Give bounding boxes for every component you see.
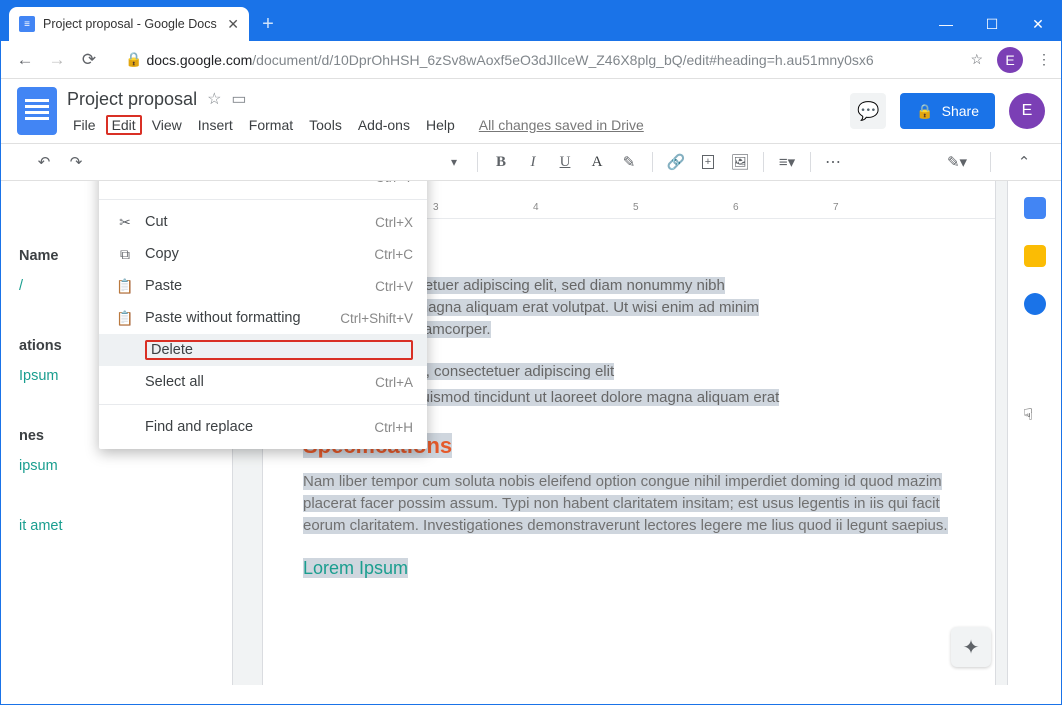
docs-home-icon[interactable] (17, 87, 57, 135)
share-button[interactable]: 🔒 Share (900, 93, 995, 129)
lock-icon: 🔒 (916, 103, 933, 120)
align-button[interactable]: ≡▾ (774, 149, 800, 175)
menu-add-ons[interactable]: Add-ons (352, 115, 416, 135)
menu-item-redo[interactable]: ↷ RedoCtrl+Y (99, 181, 427, 193)
new-tab-button[interactable]: + (253, 9, 283, 39)
docs-toolbar: ↶ ↷ ▾ B I U A ✎ 🔗 + 🖼 ≡▾ ⋯ ✎▾ ⌃ (1, 143, 1061, 181)
menu-item-paste[interactable]: 📋 PasteCtrl+V (99, 270, 427, 302)
star-icon[interactable]: ☆ (207, 89, 221, 109)
menu-view[interactable]: View (146, 115, 188, 135)
menu-item-label: Find and replace (145, 419, 374, 435)
ruler-mark: 4 (533, 202, 539, 213)
menu-item-cut[interactable]: ✂ CutCtrl+X (99, 206, 427, 238)
outline-item[interactable] (1, 481, 232, 511)
menu-item-icon: 📋 (113, 310, 137, 327)
tab-close-icon[interactable]: ✕ (227, 16, 239, 33)
window-minimize-button[interactable]: — (923, 7, 969, 41)
explore-button[interactable]: ✦ (951, 627, 991, 667)
menu-item-label: Select all (145, 374, 375, 390)
menu-item-copy[interactable]: ⧉ CopyCtrl+C (99, 238, 427, 270)
menu-item-label: Redo (145, 181, 375, 185)
insert-comment-button[interactable]: + (695, 149, 721, 175)
side-panel-rail (1007, 181, 1061, 685)
body-text[interactable]: Nam liber tempor cum soluta nobis eleife… (303, 473, 948, 534)
browser-profile-avatar[interactable]: E (997, 47, 1023, 73)
menu-item-paste-without-formatting[interactable]: 📋 Paste without formattingCtrl+Shift+V (99, 302, 427, 334)
menu-item-delete[interactable]: Delete (99, 334, 427, 366)
menu-item-icon: 📋 (113, 278, 137, 295)
menu-item-shortcut: Ctrl+X (375, 215, 413, 230)
document-title[interactable]: Project proposal (67, 89, 197, 110)
menu-item-shortcut: Ctrl+C (374, 247, 413, 262)
menu-item-label: Cut (145, 214, 375, 230)
redo-button[interactable]: ↷ (63, 149, 89, 175)
menu-item-label: Paste without formatting (145, 310, 340, 326)
editor-canvas: Name/ ationsIpsum nesipsum it amet 23456… (1, 181, 1061, 685)
menu-item-icon: ⧉ (113, 246, 137, 263)
menu-file[interactable]: File (67, 115, 102, 135)
undo-button[interactable]: ↶ (31, 149, 57, 175)
text-color-button[interactable]: A (584, 149, 610, 175)
bookmark-star-icon[interactable]: ☆ (970, 51, 983, 68)
browser-tab[interactable]: ≡ Project proposal - Google Docs ✕ (9, 7, 249, 41)
browser-menu-icon[interactable]: ⋮ (1037, 51, 1051, 68)
nav-back-button[interactable]: ← (11, 46, 39, 74)
keep-rail-icon[interactable] (1024, 245, 1046, 267)
menu-item-shortcut: Ctrl+H (374, 420, 413, 435)
window-close-button[interactable]: ✕ (1015, 7, 1061, 41)
open-comments-button[interactable]: 💬 (850, 93, 886, 129)
browser-titlebar: ≡ Project proposal - Google Docs ✕ + — ☐… (1, 1, 1061, 41)
menu-item-icon: ✂ (113, 214, 137, 231)
edit-menu-dropdown: ↶UndoCtrl+Z↷RedoCtrl+Y✂CutCtrl+X⧉CopyCtr… (99, 181, 427, 449)
account-avatar[interactable]: E (1009, 93, 1045, 129)
share-button-label: Share (942, 103, 979, 119)
menu-item-label: Paste (145, 278, 375, 294)
bold-button[interactable]: B (488, 149, 514, 175)
window-maximize-button[interactable]: ☐ (969, 7, 1015, 41)
menu-item-select-all[interactable]: Select allCtrl+A (99, 366, 427, 398)
ruler-mark: 7 (833, 202, 839, 213)
menu-edit[interactable]: Edit (106, 115, 142, 135)
zoom-dropdown[interactable]: ▾ (441, 149, 467, 175)
browser-toolbar: ← → ⟳ 🔒 docs.google.com/document/d/10Dpr… (1, 41, 1061, 79)
docs-header: Project proposal ☆ ▭ FileEditViewInsertF… (1, 79, 1061, 143)
outline-item[interactable]: it amet (1, 511, 232, 541)
menu-item-shortcut: Ctrl+Shift+V (340, 311, 413, 326)
menu-item-label: Copy (145, 246, 374, 262)
menu-item-find-and-replace[interactable]: Find and replaceCtrl+H (99, 411, 427, 443)
menu-item-icon: ↷ (113, 181, 137, 186)
move-folder-icon[interactable]: ▭ (231, 89, 246, 109)
calendar-rail-icon[interactable] (1024, 197, 1046, 219)
tab-title: Project proposal - Google Docs (43, 17, 217, 31)
docs-favicon: ≡ (19, 16, 35, 32)
menu-tools[interactable]: Tools (303, 115, 348, 135)
menu-item-label: Delete (145, 340, 413, 360)
outline-item[interactable]: ipsum (1, 451, 232, 481)
ruler-mark: 3 (433, 202, 439, 213)
more-tools-button[interactable]: ⋯ (821, 149, 847, 175)
underline-button[interactable]: U (552, 149, 578, 175)
italic-button[interactable]: I (520, 149, 546, 175)
nav-forward-button[interactable]: → (43, 46, 71, 74)
menu-format[interactable]: Format (243, 115, 299, 135)
insert-image-button[interactable]: 🖼 (727, 149, 753, 175)
nav-reload-button[interactable]: ⟳ (75, 46, 103, 74)
ruler-mark: 6 (733, 202, 739, 213)
tasks-rail-icon[interactable] (1024, 293, 1046, 315)
lock-icon[interactable]: 🔒 (125, 51, 142, 68)
menu-help[interactable]: Help (420, 115, 461, 135)
menu-item-shortcut: Ctrl+V (375, 279, 413, 294)
collapse-toolbar-button[interactable]: ⌃ (1011, 149, 1037, 175)
editing-mode-button[interactable]: ✎▾ (944, 149, 970, 175)
heading[interactable]: Lorem Ipsum (303, 558, 408, 578)
insert-link-button[interactable]: 🔗 (663, 149, 689, 175)
address-bar[interactable]: docs.google.com/document/d/10DprOhHSH_6z… (146, 52, 970, 68)
highlight-button[interactable]: ✎ (616, 149, 642, 175)
save-status[interactable]: All changes saved in Drive (479, 117, 644, 133)
menu-item-shortcut: Ctrl+Y (375, 181, 413, 185)
menu-item-shortcut: Ctrl+A (375, 375, 413, 390)
ruler-mark: 5 (633, 202, 639, 213)
menu-insert[interactable]: Insert (192, 115, 239, 135)
menu-bar: FileEditViewInsertFormatToolsAdd-onsHelp… (67, 115, 850, 135)
